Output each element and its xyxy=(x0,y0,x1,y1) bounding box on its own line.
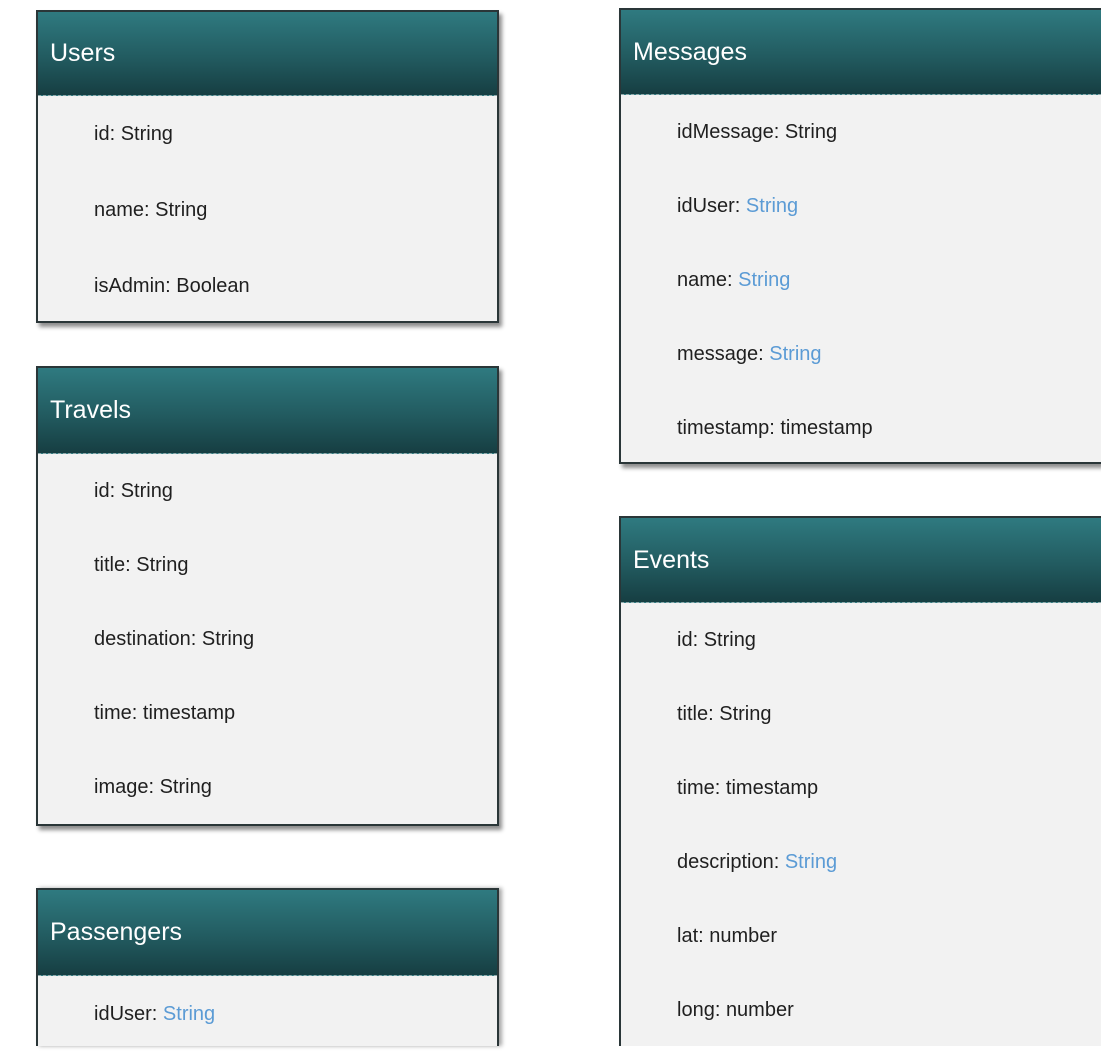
field-row-travels: title: String xyxy=(38,528,497,602)
field-name: name: xyxy=(94,198,150,221)
entity-travels-fields: id: String title: String destination: Stri… xyxy=(38,454,497,824)
field-type: String xyxy=(784,850,838,873)
field-type: Boolean xyxy=(176,274,250,297)
field-row-users: isAdmin: Boolean xyxy=(38,248,497,324)
field-row-users: id: String xyxy=(38,96,497,172)
field-name: time: xyxy=(94,701,138,724)
field-row-messages: timestamp: timestamp xyxy=(621,391,1101,465)
field-name: description: xyxy=(677,850,780,873)
entity-messages: Messages idMessage: String idUser: String… xyxy=(619,8,1101,464)
field-type: timestamp xyxy=(725,776,819,799)
field-name: id: xyxy=(94,479,116,502)
field-name: idUser: xyxy=(94,1002,158,1025)
field-row-messages: message: String xyxy=(621,317,1101,391)
field-row-events: title: String xyxy=(621,677,1101,751)
field-type: timestamp xyxy=(142,701,236,724)
entity-events-fields: id: String title: String time: timestamp de… xyxy=(621,603,1101,1047)
field-row-messages: idUser: String xyxy=(621,169,1101,243)
entity-passengers-title: Passengers xyxy=(38,890,497,976)
field-row-events: lat: number xyxy=(621,899,1101,973)
entity-travels: Travels id: String title: String destinati… xyxy=(36,366,499,826)
field-type: timestamp xyxy=(780,416,873,439)
field-type: String xyxy=(136,553,189,576)
field-type: number xyxy=(725,998,794,1021)
field-row-events: id: String xyxy=(621,603,1101,677)
field-name: title: xyxy=(677,702,714,725)
field-type: String xyxy=(784,120,838,143)
field-row-messages: idMessage: String xyxy=(621,95,1101,169)
field-row-travels: time: timestamp xyxy=(38,676,497,750)
field-name: destination: xyxy=(94,627,197,650)
field-name: title: xyxy=(94,553,131,576)
field-row-travels: image: String xyxy=(38,750,497,824)
field-row-users: name: String xyxy=(38,172,497,248)
entity-messages-fields: idMessage: String idUser: String name: Str… xyxy=(621,95,1101,465)
entity-passengers: Passengers idUser: String xyxy=(36,888,499,1046)
entity-travels-title: Travels xyxy=(38,368,497,454)
field-row-events: description: String xyxy=(621,825,1101,899)
field-name: long: xyxy=(677,998,721,1021)
field-name: name: xyxy=(677,268,733,291)
entity-events: Events id: String title: String time: time… xyxy=(619,516,1101,1046)
field-row-events: long: number xyxy=(621,973,1101,1047)
entity-users-title: Users xyxy=(38,12,497,96)
entity-passengers-fields: idUser: String xyxy=(38,976,497,1052)
field-name: message: xyxy=(677,342,764,365)
field-row-events: time: timestamp xyxy=(621,751,1101,825)
field-type: String xyxy=(745,194,799,217)
field-name: lat: xyxy=(677,924,704,947)
field-name: timestamp: xyxy=(677,416,775,439)
field-name: isAdmin: xyxy=(94,274,171,297)
field-type: String xyxy=(719,702,772,725)
field-type: String xyxy=(120,479,173,502)
entity-users-fields: id: String name: String isAdmin: Boolean xyxy=(38,96,497,324)
field-type: String xyxy=(703,628,756,651)
field-type: String xyxy=(159,775,212,798)
field-type: String xyxy=(769,342,822,365)
field-row-travels: id: String xyxy=(38,454,497,528)
field-type: String xyxy=(162,1002,216,1025)
field-name: image: xyxy=(94,775,155,798)
field-name: idMessage: xyxy=(677,120,780,143)
field-row-messages: name: String xyxy=(621,243,1101,317)
field-type: String xyxy=(201,627,255,650)
entity-messages-title: Messages xyxy=(621,10,1101,95)
field-type: number xyxy=(709,924,778,947)
field-name: id: xyxy=(94,122,116,145)
field-name: idUser: xyxy=(677,194,741,217)
field-row-travels: destination: String xyxy=(38,602,497,676)
field-name: id: xyxy=(677,628,699,651)
field-type: String xyxy=(120,122,173,145)
field-type: String xyxy=(155,198,208,221)
entity-events-title: Events xyxy=(621,518,1101,603)
field-row-passengers: idUser: String xyxy=(38,976,497,1052)
field-name: time: xyxy=(677,776,721,799)
entity-users: Users id: String name: String isAdmin: Boo… xyxy=(36,10,499,323)
field-type: String xyxy=(738,268,791,291)
